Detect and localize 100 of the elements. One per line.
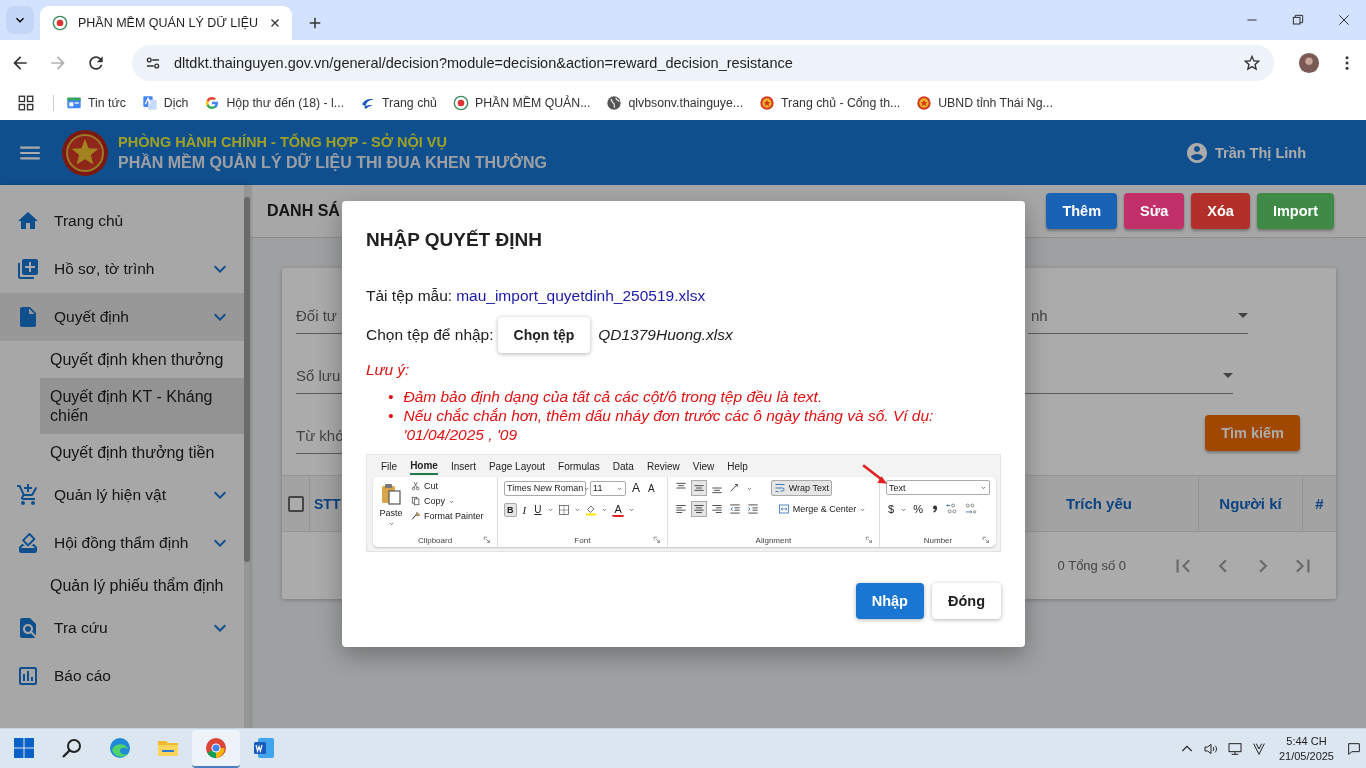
caret-icon: [387, 520, 395, 527]
group-label: Number: [923, 535, 953, 545]
copy-button[interactable]: Copy: [409, 495, 486, 507]
bar-chart-icon: [16, 664, 40, 688]
bookmark-link[interactable]: qlvbsonv.thainguye...: [606, 94, 744, 111]
ribbon-tab[interactable]: Page Layout: [488, 458, 546, 474]
template-download-link[interactable]: mau_import_quyetdinh_250519.xlsx: [456, 287, 706, 305]
sidebar-item[interactable]: Báo cáo: [0, 652, 244, 700]
align-right-icon[interactable]: [709, 502, 724, 516]
dialog-close-button[interactable]: Đóng: [931, 583, 1001, 619]
font-name-dropdown[interactable]: Times New Roman: [504, 480, 587, 496]
sidebar-subitem[interactable]: Quản lý phiếu thẩm định: [40, 567, 244, 604]
emblem-icon: [916, 94, 933, 111]
paste-button[interactable]: Paste: [379, 480, 403, 533]
network-icon[interactable]: [1226, 740, 1243, 757]
caret-icon: [547, 506, 555, 513]
font-size-dropdown[interactable]: 11: [590, 480, 627, 496]
ribbon-tab[interactable]: Review: [646, 458, 680, 474]
sidebar-item[interactable]: Tra cứu: [0, 604, 244, 652]
site-logo-icon: [452, 94, 469, 111]
bookmark-link[interactable]: Trang chủ: [360, 94, 437, 111]
action-button[interactable]: Xóa: [1191, 193, 1250, 229]
ribbon-tab[interactable]: File: [381, 458, 398, 474]
add-box-icon: [16, 257, 40, 281]
column-header: #: [1315, 495, 1324, 512]
browser-tab[interactable]: PHẦN MỀM QUẢN LÝ DỮ LIỆU: [40, 6, 293, 40]
dialog-ok-button[interactable]: Nhập: [855, 583, 924, 619]
increase-indent-icon[interactable]: [745, 502, 760, 516]
apps-grid-icon[interactable]: [17, 93, 35, 112]
decrease-indent-icon[interactable]: [727, 502, 742, 516]
column-header: Người kí: [1219, 495, 1282, 512]
close-icon[interactable]: [1336, 12, 1352, 28]
bookmark-link[interactable]: Hộp thư đến (18) - l...: [204, 94, 345, 111]
align-center-icon[interactable]: [691, 502, 706, 516]
select-all-checkbox[interactable]: [287, 495, 304, 512]
middle-align-icon[interactable]: [691, 481, 706, 495]
number-format-dropdown[interactable]: Text: [886, 480, 990, 495]
merge-cells-icon: [777, 503, 790, 515]
sidebar-item[interactable]: Quản lý hiện vật: [0, 471, 244, 519]
bold-button[interactable]: B: [504, 502, 517, 517]
merge-center-button[interactable]: Merge & Center: [775, 502, 869, 516]
scrollbar-thumb[interactable]: [244, 197, 250, 562]
shrink-font-button[interactable]: A: [646, 481, 657, 495]
format-painter-button[interactable]: Format Painter: [409, 510, 486, 522]
total-count: 0 Tổng số 0: [1057, 558, 1126, 573]
sidebar-item[interactable]: Hội đồng thẩm định: [0, 519, 244, 567]
ribbon-tab[interactable]: Insert: [450, 458, 476, 474]
bullet: •: [388, 387, 394, 406]
site-logo-icon: [52, 15, 68, 31]
ribbon-tab[interactable]: Formulas: [558, 458, 600, 474]
ribbon-tab[interactable]: Data: [612, 458, 634, 474]
action-button[interactable]: Thêm: [1046, 193, 1118, 229]
sidebar-item[interactable]: Hồ sơ, tờ trình: [0, 245, 244, 293]
sidebar-item[interactable]: Quyết định: [0, 293, 244, 341]
clock[interactable]: 5:44 CH 21/05/2025: [1278, 733, 1334, 764]
restore-icon[interactable]: [1290, 12, 1306, 28]
bookmark-link[interactable]: Trang chủ - Cổng th...: [759, 94, 901, 111]
font-color-button[interactable]: A: [612, 502, 624, 517]
bookmark-link[interactable]: UBND tỉnh Thái Ng...: [916, 94, 1053, 111]
sidebar-subitem[interactable]: Quyết định KT - Kháng chiến: [40, 378, 244, 434]
user-menu[interactable]: Trần Thị Linh: [1184, 140, 1306, 165]
bookmark-link[interactable]: Dịch: [141, 94, 189, 111]
note-title: Lưu ý:: [366, 361, 411, 379]
choose-file-button[interactable]: Chọn tệp: [497, 317, 591, 353]
caret-icon: [627, 506, 635, 513]
column-header: STT: [314, 495, 341, 512]
italic-button[interactable]: I: [520, 502, 529, 517]
notification-icon[interactable]: [1346, 740, 1362, 757]
clock-time: 5:44 CH: [1286, 733, 1327, 749]
sidebar-subitem[interactable]: Quyết định khen thưởng: [40, 341, 244, 378]
fill-color-icon[interactable]: [585, 503, 598, 516]
column-header: Trích yếu: [1066, 495, 1132, 512]
bookmark-link[interactable]: Tin tức: [66, 94, 126, 111]
dialog-launcher-icon: [652, 536, 661, 544]
address-bar[interactable]: dltdkt.thainguyen.gov.vn/general/decision?module=decision&action=reward_decision_resistance: [132, 44, 1274, 81]
url-text: dltdkt.thainguyen.gov.vn/general/decision?module=decision&action=reward_decision_resistance: [174, 54, 794, 71]
borders-icon[interactable]: [558, 503, 571, 516]
dialog-launcher-icon: [483, 536, 492, 544]
windows-logo-icon: [12, 735, 36, 760]
note-text: Đảm bảo định dạng của tất cả các cột/ô trong tệp đều là text.: [403, 387, 824, 406]
ribbon-tab[interactable]: Home: [410, 457, 438, 475]
action-button[interactable]: Sửa: [1124, 193, 1185, 229]
underline-button[interactable]: U: [532, 503, 544, 516]
action-button[interactable]: Import: [1256, 193, 1334, 229]
bookmark-link[interactable]: PHẦN MỀM QUẢN...: [452, 94, 591, 111]
sidebar-item[interactable]: Trang chủ: [0, 197, 244, 245]
percent-button[interactable]: %: [911, 502, 925, 516]
caret-icon: [574, 506, 582, 513]
currency-button[interactable]: $: [886, 502, 897, 516]
align-left-icon[interactable]: [673, 502, 688, 516]
ribbon-tab[interactable]: View: [692, 458, 715, 474]
avatar-icon[interactable]: [1298, 51, 1320, 74]
sidebar-subitem[interactable]: Quyết định thưởng tiền: [40, 434, 244, 471]
group-label: Clipboard: [417, 535, 453, 545]
grow-font-button[interactable]: A: [630, 480, 643, 496]
cut-button[interactable]: Cut: [409, 480, 486, 492]
group-label: Alignment: [755, 535, 792, 545]
ribbon-tab[interactable]: Help: [727, 458, 748, 474]
wrap-text-button[interactable]: Wrap Text: [770, 480, 832, 496]
dropdown-field[interactable]: nh: [1028, 298, 1248, 334]
